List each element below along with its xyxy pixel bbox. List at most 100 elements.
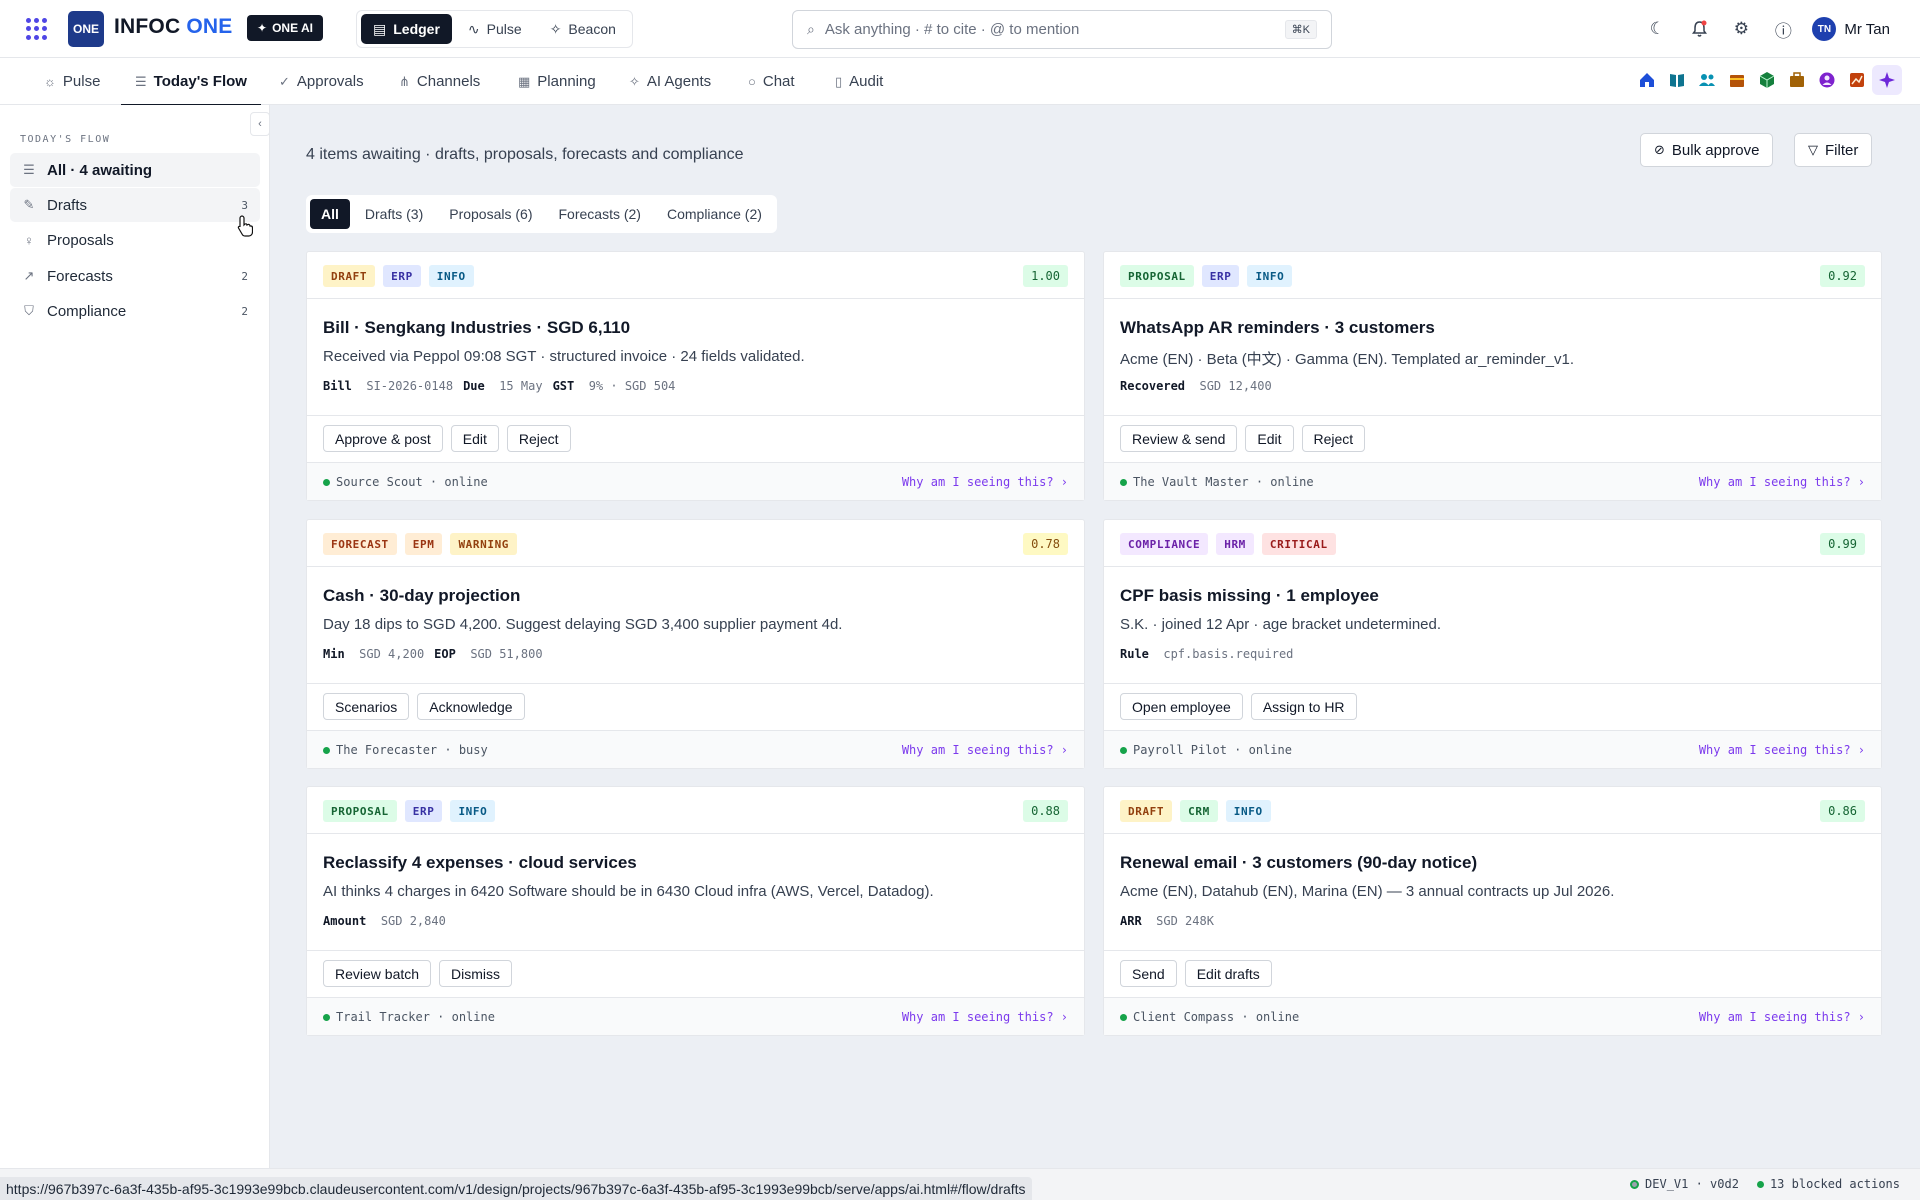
home-app-icon[interactable] — [1632, 65, 1662, 95]
chip-compliance[interactable]: Compliance (2) — [656, 199, 773, 229]
divider — [307, 415, 1084, 416]
tab-channels[interactable]: ⋔ Channels — [399, 58, 480, 105]
chip-all[interactable]: All — [310, 199, 350, 229]
card-action-button[interactable]: Reject — [1301, 425, 1366, 452]
one-ai-button[interactable]: ✦ ONE AI — [247, 15, 323, 41]
sidebar-item-drafts[interactable]: ✎ Drafts 3 — [10, 188, 260, 222]
user-menu[interactable]: TN Mr Tan — [1812, 17, 1890, 41]
collapse-sidebar-button[interactable]: ‹ — [250, 112, 270, 136]
tab-audit[interactable]: ▯ Audit — [835, 58, 883, 105]
online-dot-icon — [323, 1013, 330, 1021]
chip-forecasts[interactable]: Forecasts (2) — [548, 199, 652, 229]
card-title[interactable]: CPF basis missing · 1 employee — [1120, 586, 1379, 606]
bell-icon[interactable] — [1678, 8, 1720, 50]
search-bar[interactable]: ⌕ ⌘K — [792, 10, 1332, 49]
flow-card[interactable]: DRAFT ERP INFO 1.00 Bill · Sengkang Industri… — [306, 251, 1085, 501]
card-title[interactable]: Reclassify 4 expenses · cloud services — [323, 853, 637, 873]
search-input[interactable] — [824, 21, 1275, 38]
tab-approvals[interactable]: ✓ Approvals — [279, 58, 364, 105]
mode-pulse[interactable]: ∿ Pulse — [456, 14, 534, 44]
chip-proposals[interactable]: Proposals (6) — [438, 199, 543, 229]
gear-icon[interactable]: ⚙ — [1720, 8, 1762, 50]
card-actions: Scenarios Acknowledge — [323, 693, 525, 720]
mode-ledger[interactable]: ▤ Ledger — [361, 14, 452, 44]
flow-card[interactable]: PROPOSAL ERP INFO 0.92 WhatsApp AR reminders… — [1103, 251, 1882, 501]
tag-badge: WARNING — [450, 533, 518, 555]
sidebar-item-forecasts[interactable]: ↗ Forecasts 2 — [10, 259, 260, 293]
store-app-icon[interactable] — [1722, 65, 1752, 95]
card-action-button[interactable]: Reject — [506, 425, 571, 452]
tab-nav: ☼ Pulse ☰ Today's Flow ✓ Approvals ⋔ Channel… — [0, 58, 1920, 106]
sidebar-item-compliance[interactable]: ⛉ Compliance 2 — [10, 294, 260, 328]
card-description: Acme (EN), Datahub (EN), Marina (EN) — 3… — [1120, 883, 1615, 900]
user-app-icon[interactable] — [1812, 65, 1842, 95]
why-link[interactable]: Why am I seeing this? › — [902, 1010, 1068, 1024]
tab-ai-agents[interactable]: ✧ AI Agents — [629, 58, 711, 105]
tab-pulse[interactable]: ☼ Pulse — [44, 58, 100, 105]
briefcase-app-icon[interactable] — [1782, 65, 1812, 95]
card-footer: The Forecaster · busy Why am I seeing thi… — [307, 730, 1084, 768]
flow-card[interactable]: DRAFT CRM INFO 0.86 Renewal email · 3 custom… — [1103, 786, 1882, 1036]
why-link[interactable]: Why am I seeing this? › — [1699, 743, 1865, 757]
why-link[interactable]: Why am I seeing this? › — [1699, 475, 1865, 489]
why-link[interactable]: Why am I seeing this? › — [902, 475, 1068, 489]
moon-icon[interactable]: ☾ — [1636, 8, 1678, 50]
card-action-button[interactable]: Send — [1120, 960, 1177, 987]
sidebar-item-label: Compliance — [47, 302, 127, 320]
flow-card[interactable]: COMPLIANCE HRM CRITICAL 0.99 CPF basis missi… — [1103, 519, 1882, 769]
flow-card[interactable]: PROPOSAL ERP INFO 0.88 Reclassify 4 expenses… — [306, 786, 1085, 1036]
why-link[interactable]: Why am I seeing this? › — [1699, 1010, 1865, 1024]
chart-app-icon[interactable] — [1842, 65, 1872, 95]
agent-label: Payroll Pilot · online — [1133, 743, 1292, 757]
card-action-button[interactable]: Edit — [1245, 425, 1294, 452]
bulk-approve-button[interactable]: ⊘ Bulk approve — [1640, 133, 1774, 167]
chevron-left-icon: ‹ — [258, 118, 262, 130]
why-link[interactable]: Why am I seeing this? › — [902, 743, 1068, 757]
card-action-button[interactable]: Scenarios — [323, 693, 410, 720]
book-app-icon[interactable] — [1662, 65, 1692, 95]
card-tags: PROPOSAL ERP INFO — [323, 800, 496, 822]
tab-chat[interactable]: ○ Chat — [748, 58, 795, 105]
sidebar-item-all[interactable]: ☰ All · 4 awaiting — [10, 153, 260, 187]
mode-beacon[interactable]: ✧ Beacon — [538, 14, 628, 44]
card-action-button[interactable]: Open employee — [1120, 693, 1243, 720]
ledger-icon: ▤ — [373, 20, 387, 37]
app-grid-icon[interactable] — [26, 18, 48, 40]
card-tags: DRAFT CRM INFO — [1120, 800, 1271, 822]
card-action-button[interactable]: Edit drafts — [1184, 960, 1272, 987]
chip-drafts[interactable]: Drafts (3) — [354, 199, 434, 229]
tab-planning[interactable]: ▦ Planning — [518, 58, 596, 105]
meta-key: Recovered — [1120, 379, 1186, 393]
env-status: DEV_V1 · v0d2 — [1630, 1177, 1739, 1191]
card-action-button[interactable]: Edit — [450, 425, 499, 452]
flow-card[interactable]: FORECAST EPM WARNING 0.78 Cash · 30-day proj… — [306, 519, 1085, 769]
sidebar-item-proposals[interactable]: ♀ Proposals — [10, 223, 260, 257]
env-label: DEV_V1 · v0d2 — [1645, 1177, 1739, 1191]
logo[interactable]: ONE — [68, 11, 104, 47]
brand-accent: ONE — [186, 15, 233, 38]
tab-todays-flow[interactable]: ☰ Today's Flow — [121, 58, 261, 106]
card-action-button[interactable]: Approve & post — [323, 425, 443, 452]
card-action-button[interactable]: Acknowledge — [417, 693, 525, 720]
meta-key: ARR — [1120, 914, 1142, 928]
tag-badge: PROPOSAL — [323, 800, 397, 822]
help-icon[interactable]: ⓘ — [1762, 8, 1804, 50]
card-title[interactable]: WhatsApp AR reminders · 3 customers — [1120, 318, 1435, 338]
meta-value: SGD 2,840 — [380, 914, 446, 928]
card-action-button[interactable]: Review & send — [1120, 425, 1238, 452]
card-action-button[interactable]: Assign to HR — [1250, 693, 1357, 720]
agent-label: The Forecaster · busy — [336, 743, 488, 757]
card-action-button[interactable]: Dismiss — [439, 960, 513, 987]
filter-button[interactable]: ▽ Filter — [1794, 133, 1873, 167]
chat-icon: ○ — [748, 74, 756, 89]
card-description: Acme (EN) · Beta (中文) · Gamma (EN). Temp… — [1120, 351, 1575, 368]
tab-label: Today's Flow — [153, 73, 247, 90]
ai-sparkle-app-icon[interactable] — [1872, 65, 1902, 95]
card-title[interactable]: Bill · Sengkang Industries · SGD 6,110 — [323, 318, 630, 338]
box-app-icon[interactable] — [1752, 65, 1782, 95]
card-action-button[interactable]: Review batch — [323, 960, 432, 987]
people-app-icon[interactable] — [1692, 65, 1722, 95]
card-title[interactable]: Renewal email · 3 customers (90-day noti… — [1120, 853, 1477, 873]
card-title[interactable]: Cash · 30-day projection — [323, 586, 520, 606]
blocked-actions[interactable]: 13 blocked actions — [1756, 1177, 1900, 1191]
